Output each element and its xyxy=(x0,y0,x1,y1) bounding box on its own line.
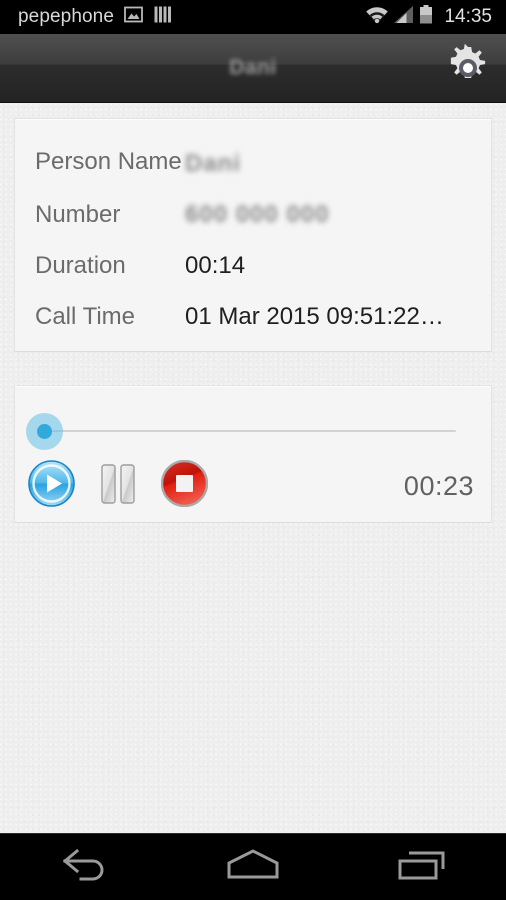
seek-track[interactable] xyxy=(51,430,456,432)
status-bar-left-icons xyxy=(124,6,172,28)
back-arrow-icon xyxy=(57,847,111,888)
info-row-duration: Duration 00:14 xyxy=(15,249,491,282)
row-label: Duration xyxy=(35,252,126,279)
row-label: Number xyxy=(35,201,121,228)
recents-icon xyxy=(396,847,448,888)
action-bar: Dani xyxy=(0,34,506,103)
duration-value: 00:14 xyxy=(185,252,246,279)
wifi-icon xyxy=(365,5,389,29)
person-name-value: Dani xyxy=(185,150,242,177)
page-title: Dani xyxy=(229,56,277,79)
back-button[interactable] xyxy=(0,834,169,900)
play-icon xyxy=(28,460,75,512)
info-row-person-name: Person Name Dani xyxy=(15,145,491,180)
info-row-call-time: Call Time 01 Mar 2015 09:51:22… xyxy=(15,300,491,333)
barcode-icon xyxy=(154,6,172,28)
gear-icon xyxy=(444,42,492,95)
number-value: 600 000 000 xyxy=(185,201,330,228)
battery-icon xyxy=(419,5,433,29)
pause-button[interactable] xyxy=(96,462,140,511)
row-value: 600 000 000 xyxy=(185,198,329,231)
status-bar-right-icons: 14:35 xyxy=(365,5,492,29)
status-bar: pepephone 14:35 xyxy=(0,0,506,34)
stop-button[interactable] xyxy=(160,459,209,512)
seek-thumb[interactable] xyxy=(26,413,63,450)
picture-icon xyxy=(124,6,143,28)
recents-button[interactable] xyxy=(337,834,506,900)
playback-controls: 00:23 xyxy=(15,458,493,514)
audio-player-card: 00:23 xyxy=(14,385,492,523)
stop-icon xyxy=(160,459,209,512)
carrier-label: pepephone xyxy=(18,6,115,27)
info-row-number: Number 600 000 000 xyxy=(15,198,491,231)
play-button[interactable] xyxy=(28,460,75,512)
call-time-value: 01 Mar 2015 09:51:22… xyxy=(185,303,444,330)
elapsed-time-label: 00:23 xyxy=(403,470,474,501)
content-area: Person Name Dani Number 600 000 000 Dura… xyxy=(0,103,506,833)
row-label: Call Time xyxy=(35,303,136,330)
home-button[interactable] xyxy=(169,834,338,900)
phone-screen: pepephone 14:35 Dani Person Name Dani Nu… xyxy=(0,0,506,900)
signal-icon xyxy=(393,5,415,29)
navigation-bar xyxy=(0,833,506,900)
home-icon xyxy=(224,847,282,888)
settings-button[interactable] xyxy=(442,42,494,94)
seek-bar[interactable] xyxy=(15,406,493,456)
row-value: Dani xyxy=(185,145,241,180)
clock-label: 14:35 xyxy=(444,6,492,27)
row-label: Person Name xyxy=(35,148,182,175)
call-info-card: Person Name Dani Number 600 000 000 Dura… xyxy=(14,118,492,352)
pause-icon xyxy=(96,462,140,511)
